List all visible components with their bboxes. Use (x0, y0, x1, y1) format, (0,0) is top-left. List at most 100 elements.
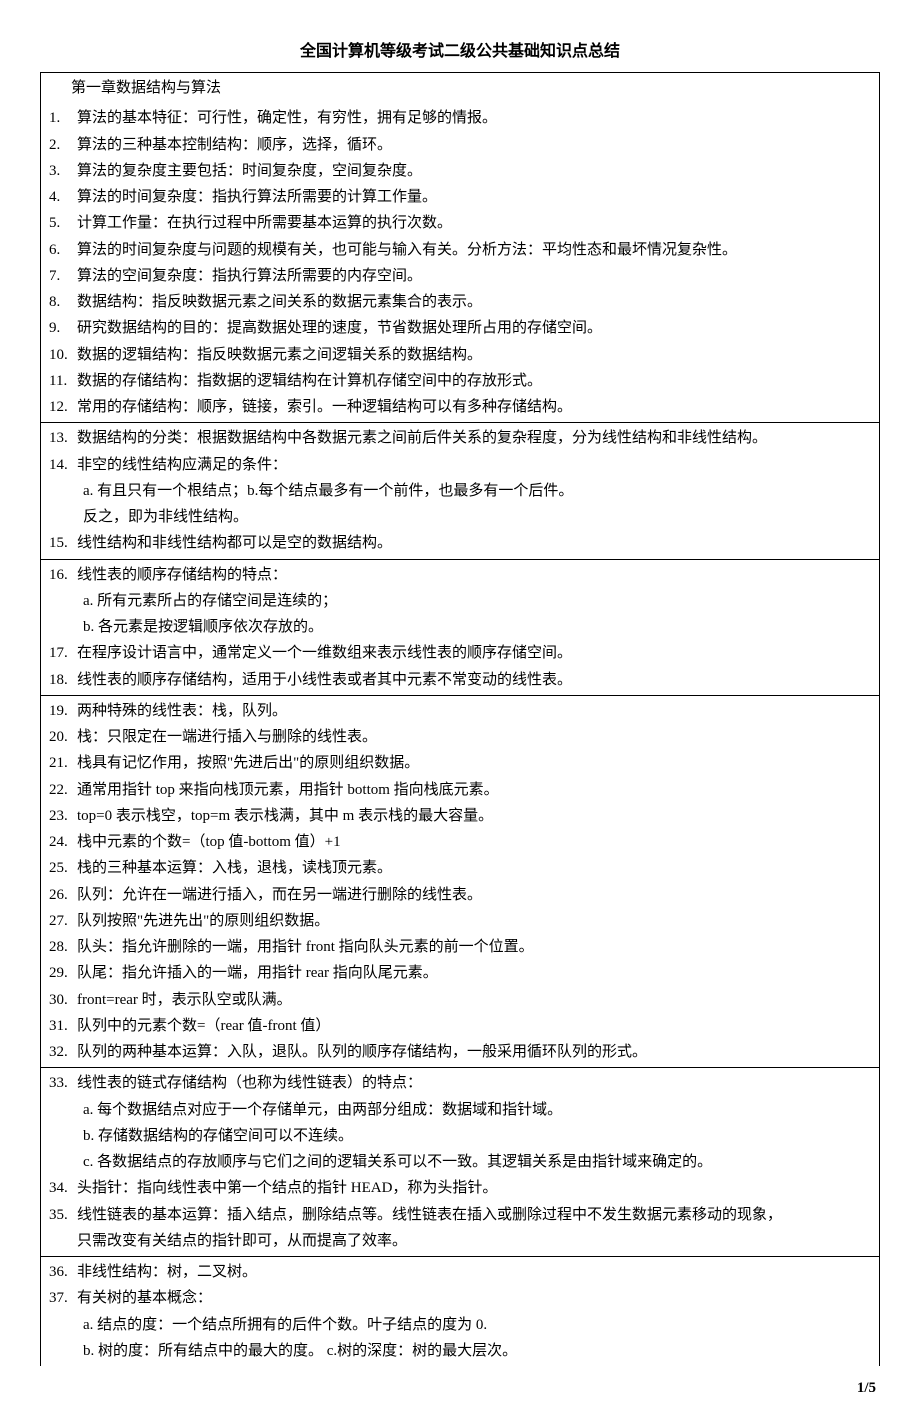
item-number: 9. (49, 315, 77, 341)
list-item: 15.线性结构和非线性结构都可以是空的数据结构。 (49, 530, 871, 556)
block-5: 33.线性表的链式存储结构（也称为线性链表）的特点：a. 每个数据结点对应于一个… (40, 1067, 880, 1257)
item-text: 头指针：指向线性表中第一个结点的指针 HEAD，称为头指针。 (77, 1175, 871, 1201)
item-text: 在程序设计语言中，通常定义一个一维数组来表示线性表的顺序存储空间。 (77, 640, 871, 666)
item-number: 28. (49, 934, 77, 960)
page-number: 1/5 (40, 1365, 880, 1401)
item-number: 21. (49, 750, 77, 776)
list-item: 4.算法的时间复杂度：指执行算法所需要的计算工作量。 (49, 184, 871, 210)
list-item: 22.通常用指针 top 来指向栈顶元素，用指针 bottom 指向栈底元素。 (49, 777, 871, 803)
list-item: 20.栈：只限定在一端进行插入与删除的线性表。 (49, 724, 871, 750)
item-text: 队列中的元素个数=（rear 值-front 值） (77, 1013, 871, 1039)
list-item: 7.算法的空间复杂度：指执行算法所需要的内存空间。 (49, 263, 871, 289)
list-item: 9.研究数据结构的目的：提高数据处理的速度，节省数据处理所占用的存储空间。 (49, 315, 871, 341)
sub-item: a. 每个数据结点对应于一个存储单元，由两部分组成：数据域和指针域。 (49, 1097, 871, 1123)
item-text: 栈的三种基本运算：入栈，退栈，读栈顶元素。 (77, 855, 871, 881)
item-text: 队列的两种基本运算：入队，退队。队列的顺序存储结构，一般采用循环队列的形式。 (77, 1039, 871, 1065)
item-number: 1. (49, 105, 77, 131)
item-number: 25. (49, 855, 77, 881)
item-text: 算法的基本特征：可行性，确定性，有穷性，拥有足够的情报。 (77, 105, 871, 131)
sub-item: c. 各数据结点的存放顺序与它们之间的逻辑关系可以不一致。其逻辑关系是由指针域来… (49, 1149, 871, 1175)
item-number: 15. (49, 530, 77, 556)
item-number: 37. (49, 1285, 77, 1311)
item-text: 队列按照"先进先出"的原则组织数据。 (77, 908, 871, 934)
list-item: 33.线性表的链式存储结构（也称为线性链表）的特点： (49, 1070, 871, 1096)
item-text: 队列：允许在一端进行插入，而在另一端进行删除的线性表。 (77, 882, 871, 908)
list-item: 2.算法的三种基本控制结构：顺序，选择，循环。 (49, 132, 871, 158)
item-text: 数据的逻辑结构：指反映数据元素之间逻辑关系的数据结构。 (77, 342, 871, 368)
item-number: 8. (49, 289, 77, 315)
list-item: 12.常用的存储结构：顺序，链接，索引。一种逻辑结构可以有多种存储结构。 (49, 394, 871, 420)
item-number: 2. (49, 132, 77, 158)
sub-item: b. 树的度：所有结点中的最大的度。 c.树的深度：树的最大层次。 (49, 1338, 871, 1364)
item-number: 22. (49, 777, 77, 803)
item-number: 19. (49, 698, 77, 724)
item-text: 线性链表的基本运算：插入结点，删除结点等。线性链表在插入或删除过程中不发生数据元… (77, 1202, 871, 1228)
list-item: 8.数据结构：指反映数据元素之间关系的数据元素集合的表示。 (49, 289, 871, 315)
item-number: 6. (49, 237, 77, 263)
list-item: 3.算法的复杂度主要包括：时间复杂度，空间复杂度。 (49, 158, 871, 184)
block-2: 13.数据结构的分类：根据数据结构中各数据元素之间前后件关系的复杂程度，分为线性… (40, 422, 880, 559)
list-item: 27.队列按照"先进先出"的原则组织数据。 (49, 908, 871, 934)
item-number: 29. (49, 960, 77, 986)
item-text: 算法的三种基本控制结构：顺序，选择，循环。 (77, 132, 871, 158)
list-item: 34.头指针：指向线性表中第一个结点的指针 HEAD，称为头指针。 (49, 1175, 871, 1201)
list-item: 36.非线性结构：树，二叉树。 (49, 1259, 871, 1285)
list-item: 23.top=0 表示栈空，top=m 表示栈满，其中 m 表示栈的最大容量。 (49, 803, 871, 829)
item-number: 27. (49, 908, 77, 934)
item-text: 栈：只限定在一端进行插入与删除的线性表。 (77, 724, 871, 750)
list-item: 32.队列的两种基本运算：入队，退队。队列的顺序存储结构，一般采用循环队列的形式… (49, 1039, 871, 1065)
list-item: 31.队列中的元素个数=（rear 值-front 值） (49, 1013, 871, 1039)
chapter-header: 第一章数据结构与算法 (41, 73, 879, 103)
item-text: 算法的复杂度主要包括：时间复杂度，空间复杂度。 (77, 158, 871, 184)
block-1: 第一章数据结构与算法 1.算法的基本特征：可行性，确定性，有穷性，拥有足够的情报… (40, 72, 880, 423)
item-number: 35. (49, 1202, 77, 1228)
item-number: 13. (49, 425, 77, 451)
list-item: 18.线性表的顺序存储结构，适用于小线性表或者其中元素不常变动的线性表。 (49, 667, 871, 693)
list-item: 17.在程序设计语言中，通常定义一个一维数组来表示线性表的顺序存储空间。 (49, 640, 871, 666)
item-text: 算法的时间复杂度与问题的规模有关，也可能与输入有关。分析方法：平均性态和最坏情况… (77, 237, 871, 263)
item-number: 3. (49, 158, 77, 184)
sub-item: a. 结点的度：一个结点所拥有的后件个数。叶子结点的度为 0. (49, 1312, 871, 1338)
item-text: 通常用指针 top 来指向栈顶元素，用指针 bottom 指向栈底元素。 (77, 777, 871, 803)
item-text: 算法的空间复杂度：指执行算法所需要的内存空间。 (77, 263, 871, 289)
item-number: 12. (49, 394, 77, 420)
item-text: 两种特殊的线性表：栈，队列。 (77, 698, 871, 724)
item-text: 数据结构：指反映数据元素之间关系的数据元素集合的表示。 (77, 289, 871, 315)
list-item: 37.有关树的基本概念： (49, 1285, 871, 1311)
item-text: 算法的时间复杂度：指执行算法所需要的计算工作量。 (77, 184, 871, 210)
item-number: 34. (49, 1175, 77, 1201)
list-item: 16.线性表的顺序存储结构的特点： (49, 562, 871, 588)
item-number: 11. (49, 368, 77, 394)
list-item: 13.数据结构的分类：根据数据结构中各数据元素之间前后件关系的复杂程度，分为线性… (49, 425, 871, 451)
item-number: 33. (49, 1070, 77, 1096)
item-number: 18. (49, 667, 77, 693)
sub-item: b. 存储数据结构的存储空间可以不连续。 (49, 1123, 871, 1149)
item-number: 36. (49, 1259, 77, 1285)
item-text: top=0 表示栈空，top=m 表示栈满，其中 m 表示栈的最大容量。 (77, 803, 871, 829)
list-item: 21.栈具有记忆作用，按照"先进后出"的原则组织数据。 (49, 750, 871, 776)
item-number: 31. (49, 1013, 77, 1039)
document-title: 全国计算机等级考试二级公共基础知识点总结 (40, 38, 880, 66)
item-number: 30. (49, 987, 77, 1013)
list-item: 5.计算工作量：在执行过程中所需要基本运算的执行次数。 (49, 210, 871, 236)
item-text: front=rear 时，表示队空或队满。 (77, 987, 871, 1013)
list-item: 26.队列：允许在一端进行插入，而在另一端进行删除的线性表。 (49, 882, 871, 908)
item-number: 26. (49, 882, 77, 908)
item-number: 14. (49, 452, 77, 478)
item-text: 线性表的顺序存储结构，适用于小线性表或者其中元素不常变动的线性表。 (77, 667, 871, 693)
block-4: 19.两种特殊的线性表：栈，队列。20.栈：只限定在一端进行插入与删除的线性表。… (40, 695, 880, 1069)
item-number: 24. (49, 829, 77, 855)
item-text: 有关树的基本概念： (77, 1285, 871, 1311)
sub-item: a. 所有元素所占的存储空间是连续的； (49, 588, 871, 614)
item-number: 32. (49, 1039, 77, 1065)
list-item: 1.算法的基本特征：可行性，确定性，有穷性，拥有足够的情报。 (49, 105, 871, 131)
list-item: 19.两种特殊的线性表：栈，队列。 (49, 698, 871, 724)
sub-item: 反之，即为非线性结构。 (49, 504, 871, 530)
list-item: 30.front=rear 时，表示队空或队满。 (49, 987, 871, 1013)
item-text: 线性表的顺序存储结构的特点： (77, 562, 871, 588)
item-text: 计算工作量：在执行过程中所需要基本运算的执行次数。 (77, 210, 871, 236)
list-item: 25.栈的三种基本运算：入栈，退栈，读栈顶元素。 (49, 855, 871, 881)
item-number: 17. (49, 640, 77, 666)
item-text: 数据结构的分类：根据数据结构中各数据元素之间前后件关系的复杂程度，分为线性结构和… (77, 425, 871, 451)
item-text: 非空的线性结构应满足的条件： (77, 452, 871, 478)
